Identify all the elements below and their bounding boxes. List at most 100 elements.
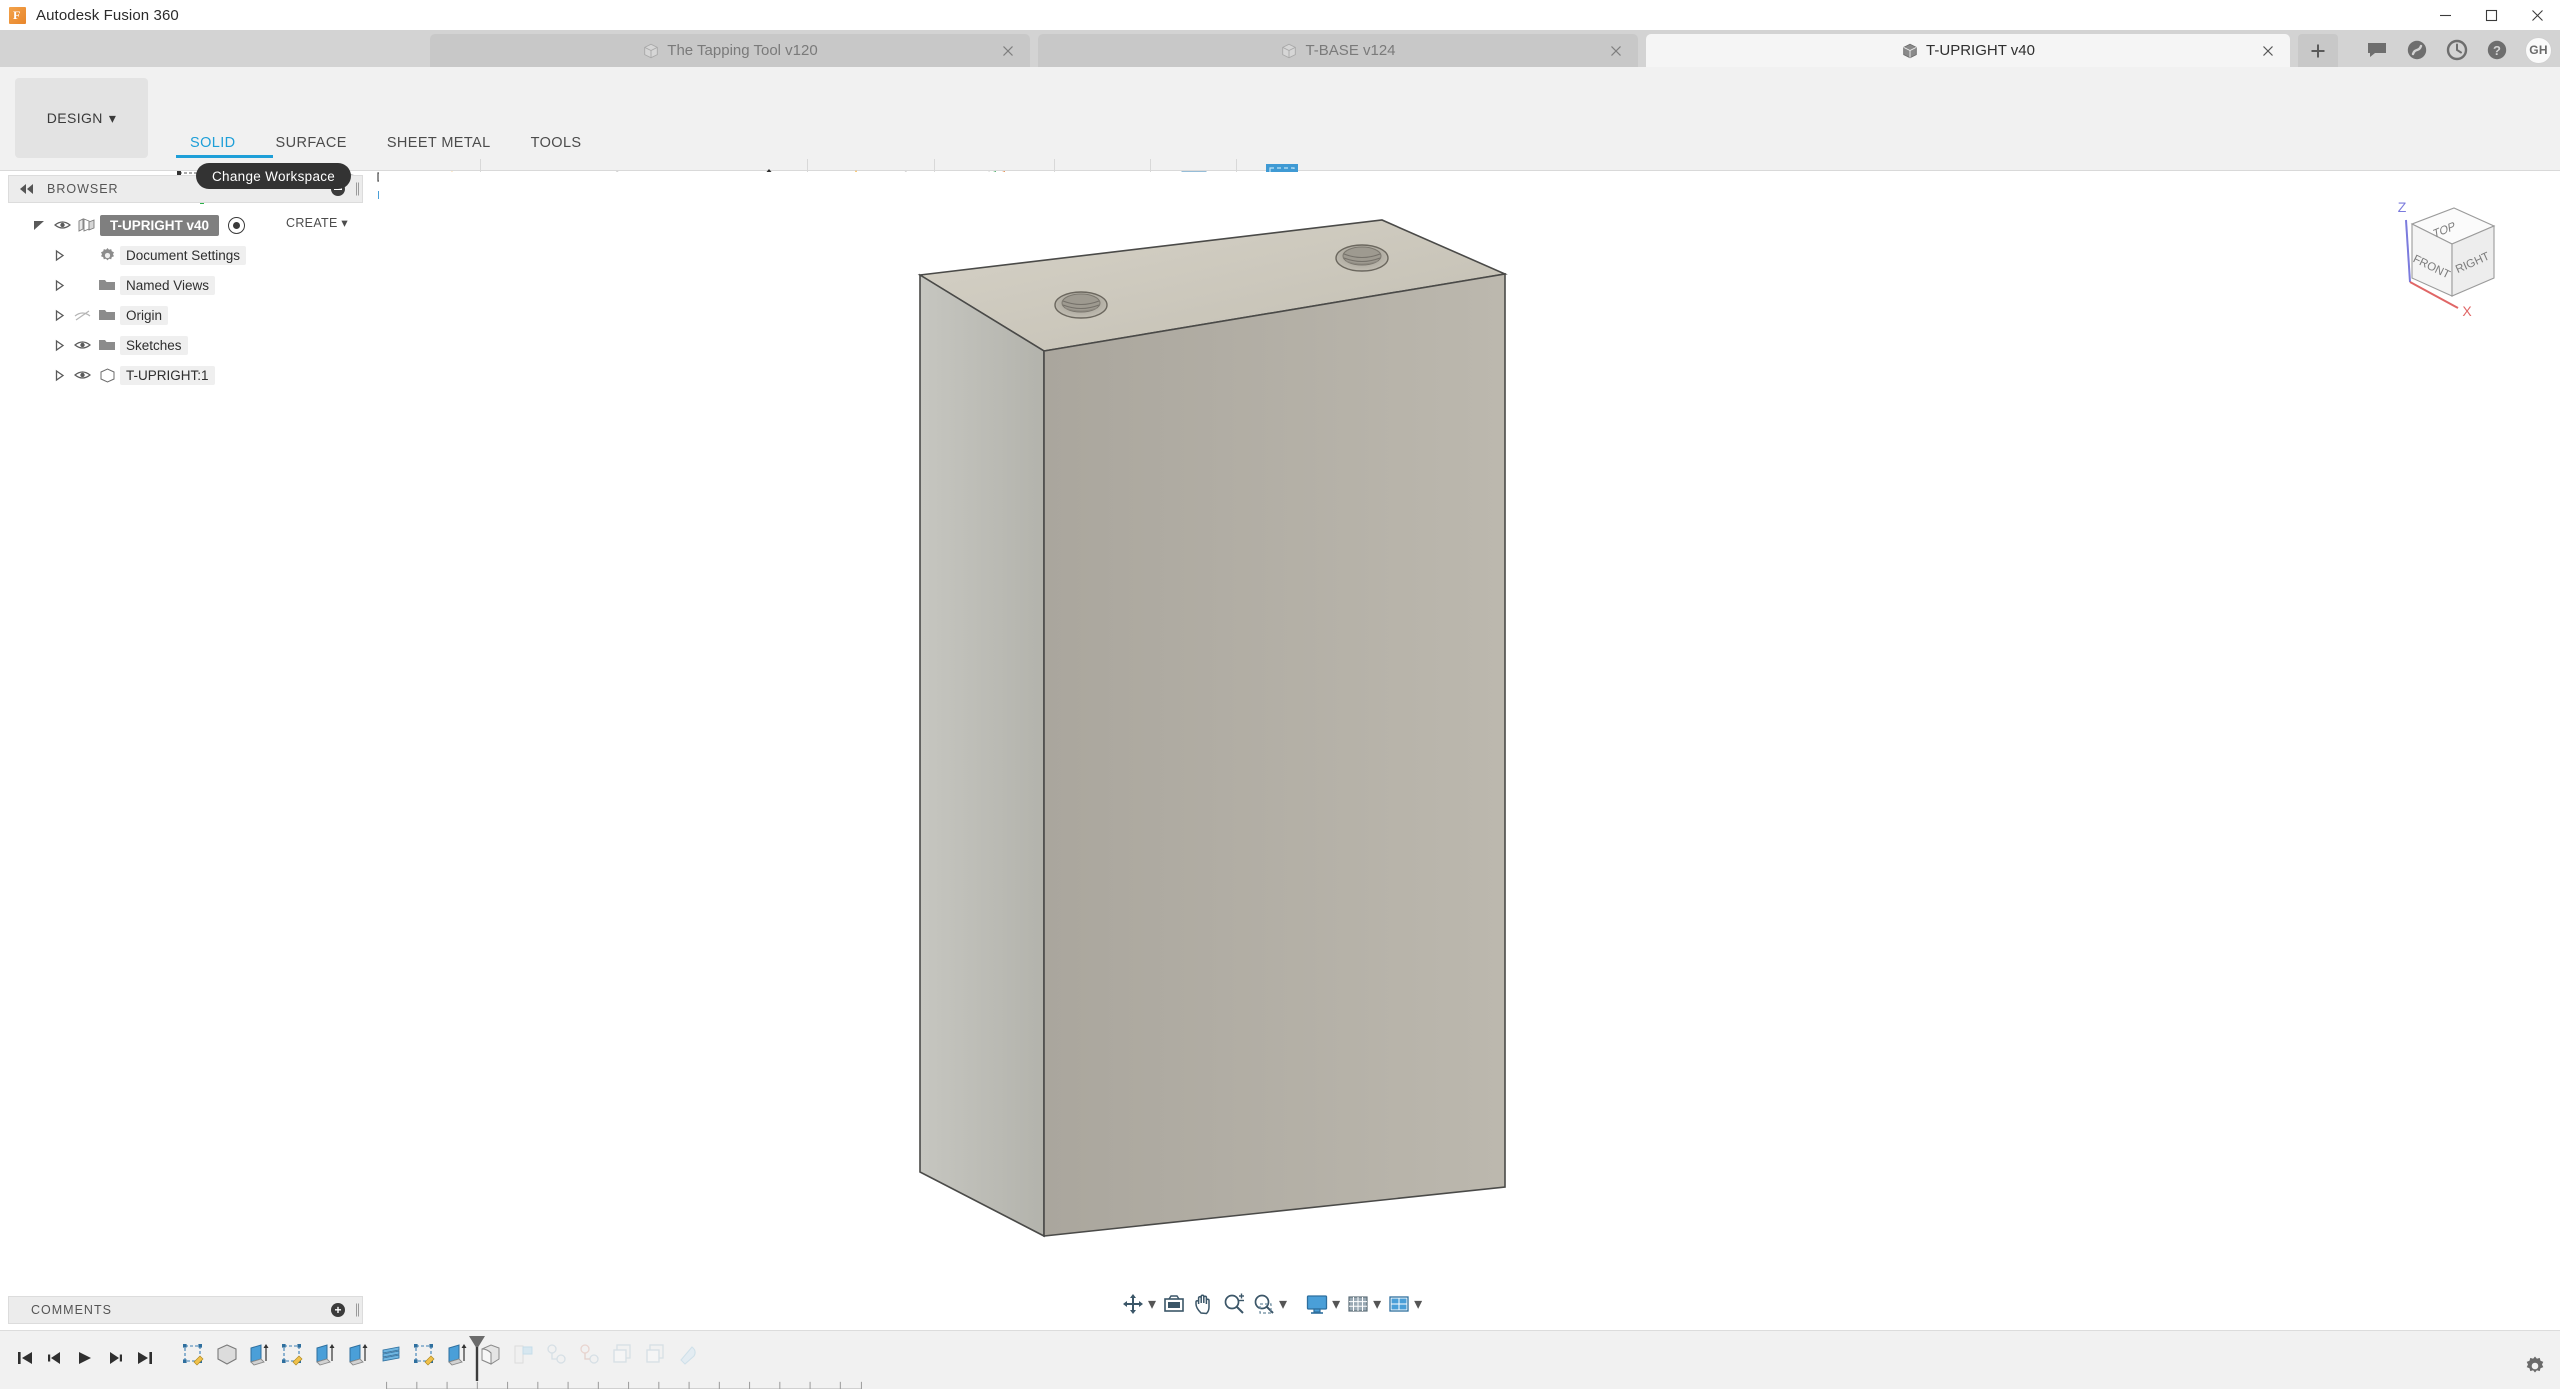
tree-node-named-views[interactable]: Named Views — [48, 270, 368, 300]
user-avatar[interactable]: GH — [2525, 36, 2552, 64]
workspace-switcher[interactable]: DESIGN ▾ — [15, 78, 148, 158]
visibility-eye-icon[interactable] — [70, 339, 94, 351]
document-tab-strip: The Tapping Tool v120 T-BASE v124 T-UPRI… — [0, 30, 2560, 67]
play-button[interactable] — [70, 1343, 100, 1373]
extension-icon[interactable] — [2405, 38, 2429, 62]
close-icon[interactable] — [1000, 43, 1016, 59]
sketch-feature[interactable] — [180, 1340, 207, 1370]
expand-arrow-icon[interactable] — [48, 279, 70, 292]
expand-arrow-icon[interactable] — [48, 309, 70, 322]
tree-node-document-settings[interactable]: Document Settings — [48, 240, 368, 270]
viewcube-axis-label-x: X — [2462, 303, 2472, 319]
document-tab[interactable]: The Tapping Tool v120 — [430, 34, 1030, 67]
tab-solid[interactable]: SOLID — [170, 135, 256, 151]
folder-icon — [94, 308, 120, 322]
tree-node-sketches[interactable]: Sketches — [48, 330, 368, 360]
close-icon[interactable] — [1608, 43, 1624, 59]
timeline-marker[interactable] — [468, 1336, 486, 1381]
document-tab[interactable]: T-BASE v124 — [1038, 34, 1638, 67]
comments-icon[interactable] — [2365, 38, 2389, 62]
step-back-button[interactable] — [40, 1343, 70, 1373]
tab-tools[interactable]: TOOLS — [511, 135, 602, 151]
maximize-button[interactable] — [2468, 0, 2514, 30]
svg-text:?: ? — [2493, 43, 2501, 58]
help-icon[interactable]: ? — [2485, 38, 2509, 62]
ribbon-tab-bar: SOLID SURFACE SHEET METAL TOOLS — [170, 135, 601, 157]
chevron-down-icon: ▾ — [1148, 1296, 1157, 1313]
sketch-feature[interactable] — [411, 1340, 438, 1370]
document-tab-active[interactable]: T-UPRIGHT v40 — [1646, 34, 2290, 67]
expand-arrow-icon[interactable] — [48, 339, 70, 352]
browser-resize-grip[interactable] — [356, 182, 359, 196]
tree-node-body[interactable]: T-UPRIGHT:1 — [48, 360, 368, 390]
flag-feature[interactable] — [510, 1340, 537, 1370]
add-comment-button[interactable]: + — [331, 1303, 345, 1317]
copy-feature[interactable] — [609, 1340, 636, 1370]
go-to-beginning-button[interactable] — [10, 1343, 40, 1373]
fit-icon[interactable]: ▾ — [1249, 1289, 1290, 1319]
close-icon[interactable] — [2260, 43, 2276, 59]
viewcube-axis-label-z: Z — [2398, 199, 2407, 215]
extrude-feature[interactable] — [312, 1340, 339, 1370]
3d-viewport[interactable]: TOP FRONT RIGHT Z X — [379, 172, 2560, 1294]
tree-node-origin[interactable]: Origin — [48, 300, 368, 330]
tooltip-text: Change Workspace — [212, 168, 336, 184]
sketch-feature[interactable] — [279, 1340, 306, 1370]
settings-gear-icon[interactable] — [2524, 1355, 2546, 1377]
document-tab-label: T-BASE v124 — [1305, 42, 1396, 59]
timeline-bar — [0, 1330, 2560, 1389]
new-tab-button[interactable] — [2298, 34, 2338, 67]
close-button[interactable] — [2514, 0, 2560, 30]
browser-tree: T-UPRIGHT v40 Document Settings Named Vi… — [8, 210, 368, 390]
view-cube[interactable]: TOP FRONT RIGHT Z X — [2372, 190, 2522, 335]
viewports-icon[interactable]: ▾ — [1384, 1289, 1425, 1319]
tree-node-label: Named Views — [120, 275, 216, 295]
visibility-eye-icon[interactable] — [50, 219, 74, 231]
body-icon — [94, 367, 120, 384]
workspace-label: DESIGN — [46, 110, 103, 126]
tree-node-label: Sketches — [120, 335, 188, 355]
visibility-eye-icon[interactable] — [70, 369, 94, 381]
copy-feature[interactable] — [642, 1340, 669, 1370]
extrude-feature[interactable] — [444, 1340, 471, 1370]
visibility-eye-off-icon[interactable] — [70, 309, 94, 322]
step-forward-button[interactable] — [100, 1343, 130, 1373]
joint-feature[interactable] — [576, 1340, 603, 1370]
tab-sheet-metal[interactable]: SHEET METAL — [367, 135, 511, 151]
job-status-icon[interactable] — [2445, 38, 2469, 62]
app-logo-icon: F — [9, 6, 26, 24]
activate-component-radio[interactable] — [228, 216, 246, 234]
thread-feature[interactable] — [378, 1340, 405, 1370]
chevron-down-icon: ▾ — [1373, 1296, 1382, 1313]
minimize-button[interactable] — [2422, 0, 2468, 30]
document-cube-icon — [644, 43, 659, 58]
go-to-end-button[interactable] — [130, 1343, 160, 1373]
pan-icon[interactable] — [1189, 1289, 1219, 1319]
timeline-tick-bracket — [386, 1381, 862, 1389]
zoom-icon[interactable] — [1219, 1289, 1249, 1319]
model-render[interactable] — [379, 172, 2560, 1294]
collapse-left-icon[interactable] — [19, 183, 35, 195]
app-logo-letter: F — [13, 7, 21, 22]
component-icon — [74, 216, 100, 234]
joint-feature[interactable] — [543, 1340, 570, 1370]
extrude-feature[interactable] — [246, 1340, 273, 1370]
tab-surface[interactable]: SURFACE — [256, 135, 367, 151]
expand-arrow-icon[interactable] — [28, 218, 50, 232]
chevron-down-icon: ▾ — [1332, 1296, 1341, 1313]
comments-panel[interactable]: COMMENTS + — [8, 1296, 363, 1324]
grid-snap-icon[interactable]: ▾ — [1343, 1289, 1384, 1319]
look-at-icon[interactable] — [1159, 1289, 1189, 1319]
display-settings-icon[interactable]: ▾ — [1302, 1289, 1343, 1319]
expand-arrow-icon[interactable] — [48, 369, 70, 382]
comments-resize-grip[interactable] — [356, 1303, 359, 1317]
orbit-icon[interactable]: ▾ — [1118, 1289, 1159, 1319]
tree-node-root[interactable]: T-UPRIGHT v40 — [28, 210, 368, 240]
tree-node-label: T-UPRIGHT v40 — [100, 214, 220, 236]
avatar-initials: GH — [2529, 43, 2548, 57]
extrude-feature[interactable] — [345, 1340, 372, 1370]
body-feature[interactable] — [213, 1340, 240, 1370]
expand-arrow-icon[interactable] — [48, 249, 70, 262]
appearance-feature[interactable] — [675, 1340, 702, 1370]
app-title: Autodesk Fusion 360 — [36, 6, 179, 24]
